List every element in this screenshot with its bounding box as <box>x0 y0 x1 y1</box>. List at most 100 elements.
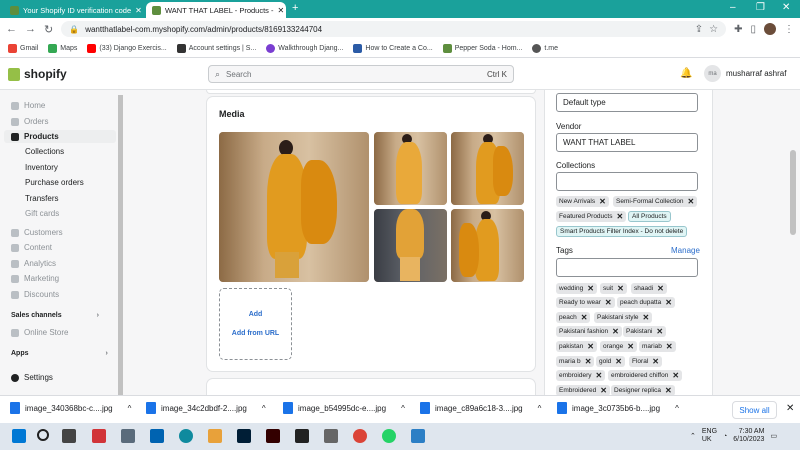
show-all-downloads-button[interactable]: Show all <box>732 401 777 419</box>
user-menu[interactable]: ma musharraf ashraf <box>704 65 786 82</box>
close-tab-icon[interactable]: ✕ <box>278 6 285 15</box>
profile-avatar-icon[interactable] <box>764 23 776 35</box>
sidebar-section-sales-channels[interactable]: Sales channels › <box>11 312 99 319</box>
remove-icon[interactable]: ✕ <box>656 327 663 336</box>
sidebar-item-marketing[interactable]: Marketing <box>11 274 59 283</box>
sidebar-scrollbar[interactable] <box>118 95 123 395</box>
new-tab-icon[interactable]: + <box>292 2 298 14</box>
sidebar-icon[interactable]: ▯ <box>750 24 756 35</box>
product-image-3[interactable] <box>451 132 524 205</box>
browser-tab-verification[interactable]: Your Shopify ID verification code ✕ <box>4 2 144 18</box>
sidebar-item-transfers[interactable]: Transfers <box>25 194 59 203</box>
extensions-icon[interactable]: ✚ <box>734 24 742 35</box>
sidebar-item-analytics[interactable]: Analytics <box>11 259 56 268</box>
product-image-5[interactable] <box>451 209 524 282</box>
download-item[interactable]: image_c89a6c18-3....jpg ^ <box>420 402 541 414</box>
remove-icon[interactable]: ✕ <box>616 212 623 221</box>
remove-icon[interactable]: ✕ <box>615 357 622 366</box>
sidebar-item-inventory[interactable]: Inventory <box>25 163 58 172</box>
bookmark-gmail[interactable]: Gmail <box>8 44 38 53</box>
close-tab-icon[interactable]: ✕ <box>135 6 142 15</box>
remove-icon[interactable]: ✕ <box>652 357 659 366</box>
sidebar-item-collections[interactable]: Collections <box>25 147 64 156</box>
url-bar[interactable]: 🔒 wantthatlabel-com.myshopify.com/admin/… <box>61 21 727 37</box>
remove-icon[interactable]: ✕ <box>587 284 594 293</box>
search-icon[interactable] <box>37 429 49 441</box>
download-item[interactable]: image_3c0735b6-b....jpg ^ <box>557 402 679 414</box>
sidebar-section-apps[interactable]: Apps › <box>11 350 108 357</box>
bookmark-maps[interactable]: Maps <box>48 44 77 53</box>
app-icon[interactable] <box>411 429 425 443</box>
product-image-4[interactable] <box>374 209 447 282</box>
page-scrollbar[interactable] <box>790 150 796 235</box>
mail-icon[interactable] <box>150 429 164 443</box>
edge-icon[interactable] <box>179 429 193 443</box>
bookmark-how-to[interactable]: How to Create a Co... <box>353 44 433 53</box>
minimize-icon[interactable]: – <box>730 2 736 13</box>
app-icon[interactable] <box>295 429 309 443</box>
chevron-up-icon[interactable]: ^ <box>675 404 679 413</box>
remove-icon[interactable]: ✕ <box>599 197 606 206</box>
close-window-icon[interactable]: ✕ <box>782 2 790 13</box>
close-downloads-icon[interactable]: ✕ <box>786 403 794 414</box>
chevron-up-icon[interactable]: ^ <box>538 404 542 413</box>
sidebar-item-products[interactable]: Products <box>11 132 59 141</box>
chevron-up-icon[interactable]: ^ <box>401 404 405 413</box>
sidebar-item-online-store[interactable]: Online Store <box>11 328 68 337</box>
remove-icon[interactable]: ✕ <box>585 357 592 366</box>
remove-icon[interactable]: ✕ <box>617 284 624 293</box>
sidebar-item-customers[interactable]: Customers <box>11 228 63 237</box>
product-type-field[interactable]: Default type <box>556 93 698 112</box>
browser-tab-products[interactable]: WANT THAT LABEL - Products - ✕ <box>146 2 286 18</box>
remove-icon[interactable]: ✕ <box>665 386 672 395</box>
add-media-dropzone[interactable]: Add Add from URL <box>219 288 292 360</box>
add-from-url-link[interactable]: Add from URL <box>232 330 279 337</box>
app-icon[interactable] <box>92 429 106 443</box>
product-image-main[interactable] <box>219 132 369 282</box>
remove-icon[interactable]: ✕ <box>587 342 594 351</box>
remove-icon[interactable]: ✕ <box>672 371 679 380</box>
search-input[interactable]: ⌕ Search Ctrl K <box>208 65 514 83</box>
sidebar-item-settings[interactable]: Settings <box>11 373 53 382</box>
clock[interactable]: 7:30 AM 6/10/2023 <box>733 428 764 444</box>
file-explorer-icon[interactable] <box>208 429 222 443</box>
download-item[interactable]: image_34c2dbdf-2....jpg ^ <box>146 402 266 414</box>
network-icon[interactable]: ⌃ <box>690 432 696 440</box>
bookmark-walkthrough[interactable]: Walkthrough Djang... <box>266 44 343 53</box>
sidebar-item-orders[interactable]: Orders <box>11 117 48 126</box>
share-icon[interactable]: ⇪ <box>695 24 703 35</box>
reload-icon[interactable]: ↻ <box>44 23 53 36</box>
download-item[interactable]: image_b54995dc-e....jpg ^ <box>283 402 405 414</box>
download-item[interactable]: image_340368bc-c....jpg ^ <box>10 402 131 414</box>
remove-icon[interactable]: ✕ <box>627 342 634 351</box>
sidebar-item-gift-cards[interactable]: Gift cards <box>25 209 59 218</box>
sidebar-item-home[interactable]: Home <box>11 101 45 110</box>
sidebar-item-purchase-orders[interactable]: Purchase orders <box>25 178 84 187</box>
tags-input[interactable] <box>556 258 698 277</box>
chrome-icon[interactable] <box>353 429 367 443</box>
remove-icon[interactable]: ✕ <box>657 284 664 293</box>
remove-icon[interactable]: ✕ <box>600 386 607 395</box>
remove-icon[interactable]: ✕ <box>581 313 588 322</box>
remove-icon[interactable]: ✕ <box>666 342 673 351</box>
bookmark-tme[interactable]: t.me <box>532 44 558 53</box>
whatsapp-icon[interactable] <box>382 429 396 443</box>
back-icon[interactable]: ← <box>6 23 17 35</box>
add-media-button[interactable]: Add <box>249 311 263 318</box>
remove-icon[interactable]: ✕ <box>596 371 603 380</box>
product-image-2[interactable] <box>374 132 447 205</box>
notifications-bell-icon[interactable]: 🔔 <box>680 68 692 79</box>
bookmark-star-icon[interactable]: ☆ <box>709 24 718 35</box>
remove-icon[interactable]: ✕ <box>643 313 650 322</box>
notification-icon[interactable]: ▭ <box>770 432 777 440</box>
bookmark-youtube[interactable]: (33) Django Exercis... <box>87 44 167 53</box>
language-indicator[interactable]: ENG UK <box>702 428 717 444</box>
remove-icon[interactable]: ✕ <box>665 298 672 307</box>
sidebar-item-content[interactable]: Content <box>11 243 52 252</box>
remove-icon[interactable]: ✕ <box>688 197 695 206</box>
remove-icon[interactable]: ✕ <box>605 298 612 307</box>
vendor-field[interactable]: WANT THAT LABEL <box>556 133 698 152</box>
task-view-icon[interactable] <box>62 429 76 443</box>
wifi-icon[interactable]: ◔ <box>723 433 727 440</box>
app-icon[interactable] <box>324 429 338 443</box>
